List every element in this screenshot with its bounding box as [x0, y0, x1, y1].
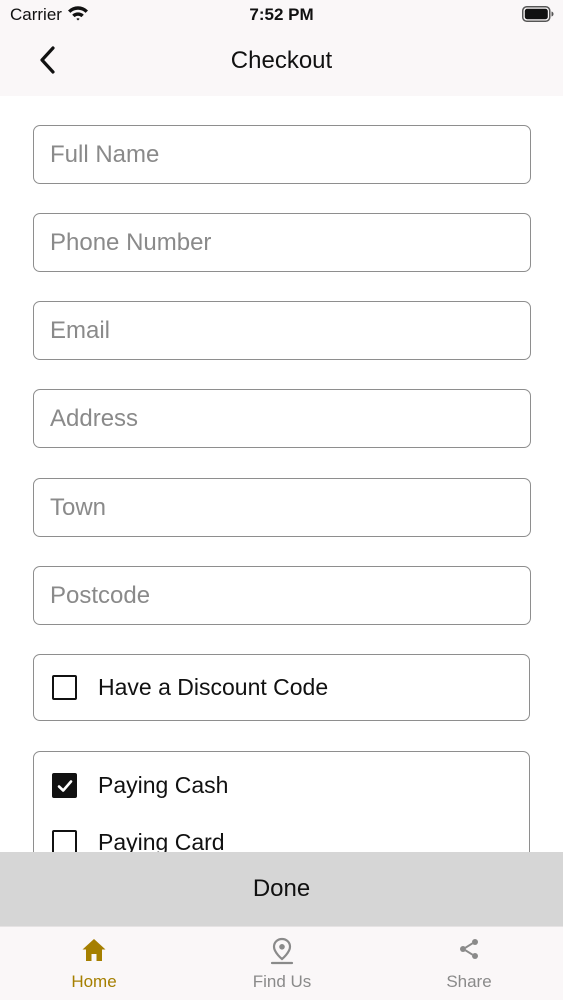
- paying-cash-label: Paying Cash: [98, 771, 229, 798]
- tab-home[interactable]: Home: [0, 927, 188, 1000]
- battery-icon: [522, 6, 554, 22]
- town-input[interactable]: [33, 478, 531, 537]
- paying-card-option[interactable]: Paying Card: [52, 827, 225, 852]
- paying-card-label: Paying Card: [98, 828, 225, 853]
- page-title: Checkout: [230, 47, 333, 74]
- full-name-input[interactable]: [33, 125, 531, 184]
- paying-card-checkbox[interactable]: [52, 829, 77, 852]
- tab-find-us-label: Find Us: [252, 972, 312, 991]
- tab-bar: Home Find Us Share: [0, 926, 563, 1000]
- checkout-form: Have a Discount Code Paying Cash Paying …: [0, 96, 563, 852]
- email-input[interactable]: [33, 301, 531, 360]
- payment-box: Paying Cash Paying Card: [33, 751, 530, 852]
- paying-cash-option[interactable]: Paying Cash: [52, 770, 228, 800]
- checkmark-icon: [57, 779, 73, 792]
- discount-box: Have a Discount Code: [33, 654, 530, 721]
- discount-checkbox[interactable]: [52, 674, 77, 700]
- address-input[interactable]: [33, 389, 531, 448]
- nav-bar: Checkout: [0, 30, 563, 96]
- tab-share[interactable]: Share: [375, 927, 563, 1000]
- postcode-input[interactable]: [33, 566, 531, 625]
- tab-share-label: Share: [446, 972, 492, 991]
- paying-cash-checkbox[interactable]: [52, 772, 77, 798]
- status-bar: Carrier 7:52 PM: [0, 0, 563, 30]
- tab-home-label: Home: [71, 972, 117, 991]
- share-icon: [375, 937, 563, 965]
- done-button[interactable]: Done: [0, 852, 563, 926]
- discount-code-toggle[interactable]: Have a Discount Code: [52, 672, 328, 702]
- tab-find-us[interactable]: Find Us: [188, 927, 376, 1000]
- discount-label: Have a Discount Code: [98, 673, 329, 700]
- status-time: 7:52 PM: [249, 5, 314, 24]
- home-icon: [0, 937, 188, 965]
- phone-number-input[interactable]: [33, 213, 531, 272]
- location-pin-icon: [188, 937, 376, 965]
